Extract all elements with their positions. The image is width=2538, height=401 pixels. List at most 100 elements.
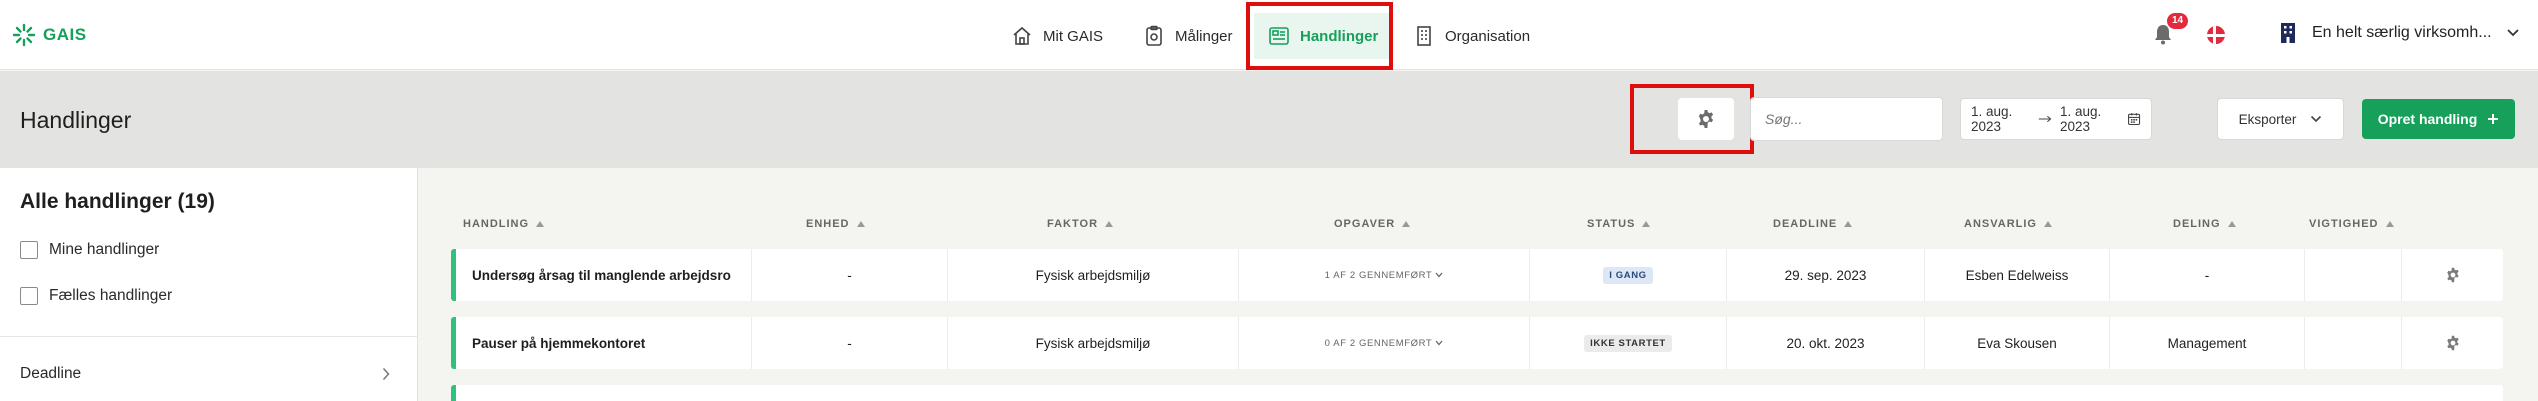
table-row[interactable]: Undersøg årsag til manglende arbejdsro -… (451, 249, 2503, 301)
row-settings-button[interactable] (2402, 317, 2503, 369)
column-header-label: VIGTIGHED (2309, 218, 2379, 230)
date-from: 1. aug. 2023 (1971, 104, 2013, 134)
organization-building-icon (2281, 23, 2295, 43)
notification-count-badge: 14 (2167, 13, 2189, 29)
cell-opgaver[interactable]: 1 AF 2 GENNEMFØRT (1239, 249, 1529, 301)
organization-switcher[interactable]: En helt særlig virksomh... (2278, 22, 2520, 44)
cell-handling: Undersøg årsag til manglende arbejdsro (472, 249, 731, 301)
column-header-label: STATUS (1587, 218, 1636, 230)
sort-up-icon (1642, 221, 1651, 227)
row-settings-button[interactable] (2402, 249, 2503, 301)
gais-logo[interactable]: GAIS (12, 20, 87, 50)
search-input[interactable] (1750, 97, 1943, 141)
cell-faktor: Fysisk arbejdsmiljø (1035, 267, 1151, 283)
status-badge: I GANG (1603, 266, 1653, 284)
cell-ansvarlig: Eva Skousen (1977, 335, 2057, 351)
date-to: 1. aug. 2023 (2060, 104, 2102, 134)
nav-mit-gais[interactable]: Mit GAIS (997, 13, 1117, 59)
column-header-faktor[interactable]: FAKTOR (1047, 218, 1114, 230)
sort-up-icon (856, 221, 865, 227)
sort-up-icon (2227, 221, 2236, 227)
page-header (0, 71, 2538, 168)
nav-malinger[interactable]: Målinger (1129, 13, 1247, 59)
cell-status: I GANG (1530, 249, 1726, 301)
filter-mine-handlinger[interactable]: Mine handlinger (20, 241, 159, 259)
task-progress-dropdown[interactable]: 0 AF 2 GENNEMFØRT (1325, 338, 1444, 349)
chevron-right-icon (382, 367, 390, 381)
column-header-label: FAKTOR (1047, 218, 1099, 230)
deadline-filter-label: Deadline (20, 365, 82, 382)
filter-faelles-handlinger[interactable]: Fælles handlinger (20, 287, 172, 305)
filter-faelles-label: Fælles handlinger (49, 287, 173, 304)
sort-up-icon (2043, 221, 2052, 227)
sidebar-title: Alle handlinger (19) (20, 190, 215, 213)
column-header-deling[interactable]: DELING (2173, 218, 2236, 230)
create-action-button[interactable]: Opret handling (2362, 99, 2515, 139)
task-progress-text: 0 AF 2 GENNEMFØRT (1324, 337, 1433, 349)
column-header-handling[interactable]: HANDLING (463, 218, 545, 230)
filter-mine-label: Mine handlinger (49, 241, 160, 258)
chevron-down-icon (2311, 115, 2322, 123)
home-icon (1013, 26, 1031, 45)
nav-organisation[interactable]: Organisation (1399, 13, 1544, 59)
column-header-ansvarlig[interactable]: ANSVARLIG (1964, 218, 2052, 230)
nav-handlinger-label: Handlinger (1300, 27, 1379, 45)
clipboard-icon (1146, 25, 1162, 46)
dashboard-icon (1269, 27, 1289, 45)
filter-deadline[interactable]: Deadline (20, 365, 390, 383)
gais-logo-icon (12, 23, 36, 47)
table-row[interactable]: Pauser på hjemmekontoret - Fysisk arbejd… (451, 317, 2503, 369)
column-header-opgaver[interactable]: OPGAVER (1334, 218, 1411, 230)
column-header-enhed[interactable]: ENHED (806, 218, 865, 230)
plus-icon (2488, 114, 2499, 124)
nav-handlinger[interactable]: Handlinger (1254, 13, 1390, 59)
export-label: Eksporter (2238, 111, 2297, 127)
top-navigation: GAIS Mit GAIS Målinger Handlinger Organi… (0, 0, 2538, 70)
nav-mit-gais-label: Mit GAIS (1043, 27, 1104, 45)
column-header-deadline[interactable]: DEADLINE (1773, 218, 1853, 230)
chevron-down-icon (2506, 29, 2519, 37)
sidebar-divider (0, 336, 418, 337)
column-header-status[interactable]: STATUS (1587, 218, 1651, 230)
column-header-vigtighed[interactable]: VIGTIGHED (2309, 218, 2394, 230)
task-name: Undersøg årsag til manglende arbejdsro (472, 267, 731, 283)
create-action-label: Opret handling (2377, 111, 2478, 127)
chevron-down-icon (1435, 340, 1443, 346)
sort-up-icon (1105, 221, 1114, 227)
checkbox-faelles[interactable] (20, 287, 38, 305)
cell-vigtighed (2305, 249, 2401, 301)
sort-up-icon (1402, 221, 1411, 227)
page-title: Handlinger (20, 107, 132, 133)
cell-deadline: 20. okt. 2023 (1786, 335, 1865, 351)
cell-opgaver[interactable]: 0 AF 2 GENNEMFØRT (1239, 317, 1529, 369)
sort-up-icon (2385, 221, 2394, 227)
building-icon (1417, 26, 1431, 46)
column-header-label: OPGAVER (1334, 218, 1396, 230)
cell-deling: Management (2167, 335, 2247, 351)
nav-malinger-label: Målinger (1175, 27, 1233, 45)
flag-denmark-icon[interactable] (2207, 26, 2225, 44)
calendar-icon (2127, 113, 2140, 126)
gear-icon (2446, 267, 2459, 283)
cell-enhed: - (847, 335, 852, 351)
export-dropdown[interactable]: Eksporter (2217, 98, 2344, 140)
checkbox-mine[interactable] (20, 241, 38, 259)
chevron-down-icon (1435, 272, 1443, 278)
gear-icon (1698, 110, 1714, 128)
cell-enhed: - (847, 267, 852, 283)
date-range-picker[interactable]: 1. aug. 2023 1. aug. 2023 (1960, 98, 2152, 140)
task-progress-dropdown[interactable]: 1 AF 2 GENNEMFØRT (1325, 270, 1444, 281)
status-badge: IKKE STARTET (1584, 334, 1672, 352)
cell-deadline: 29. sep. 2023 (1784, 267, 1867, 283)
cell-faktor: Fysisk arbejdsmiljø (1035, 335, 1151, 351)
settings-button[interactable] (1678, 98, 1734, 140)
arrow-right-icon (2038, 115, 2052, 123)
organization-name: En helt særlig virksomh... (2312, 24, 2492, 41)
column-header-label: ENHED (806, 218, 850, 230)
column-header-label: HANDLING (463, 218, 530, 230)
sort-up-icon (1844, 221, 1853, 227)
cell-vigtighed (2305, 317, 2401, 369)
task-name: Pauser på hjemmekontoret (472, 335, 646, 351)
table-row[interactable] (451, 385, 2503, 401)
nav-organisation-label: Organisation (1445, 27, 1531, 45)
